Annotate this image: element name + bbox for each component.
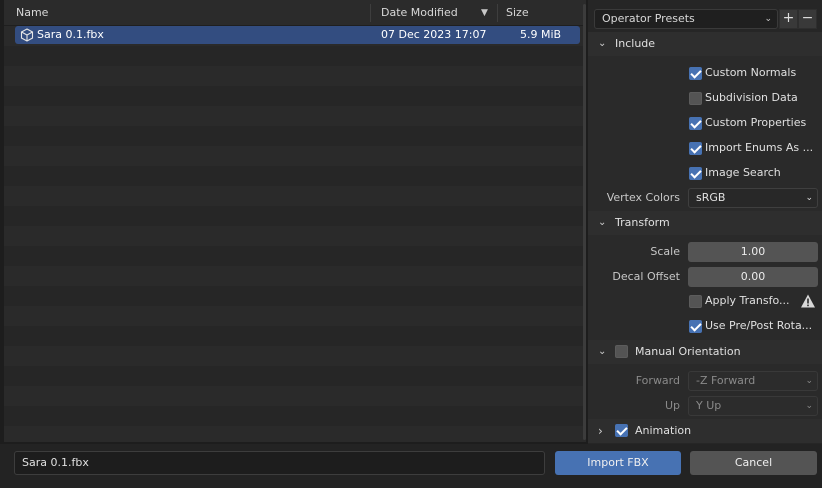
list-row-stripe	[4, 426, 586, 442]
include-panel-header[interactable]: ⌄ Include	[588, 32, 822, 56]
operator-settings-panel: Operator Presets ⌄ + − ⌄ Include Custom …	[588, 0, 822, 444]
vertex-colors-dropdown[interactable]: sRGB ⌄	[688, 188, 818, 208]
animation-panel-title: Animation	[635, 424, 692, 437]
decal-offset-field[interactable]: 0.00	[688, 267, 818, 287]
file-list	[4, 26, 586, 442]
apply-transform-checkbox[interactable]	[689, 295, 702, 308]
mesh-cube-icon	[20, 28, 34, 42]
vertex-colors-label: Vertex Colors	[606, 191, 680, 204]
use-pre-post-rotation-checkbox[interactable]	[689, 320, 702, 333]
vertex-colors-value: sRGB	[696, 191, 726, 204]
include-panel-body: Custom Normals Subdivision Data Custom P…	[588, 56, 822, 211]
list-row-stripe	[4, 126, 586, 146]
subdivision-data-label: Subdivision Data	[705, 91, 798, 104]
custom-properties-label: Custom Properties	[705, 116, 807, 129]
list-row-stripe	[4, 286, 586, 306]
manual-orientation-panel-header[interactable]: ⌄ Manual Orientation	[588, 340, 822, 364]
up-axis-dropdown[interactable]: Y Up ⌄	[688, 396, 818, 416]
add-preset-button[interactable]: +	[779, 9, 798, 29]
list-row-stripe	[4, 86, 586, 106]
custom-normals-checkbox[interactable]	[689, 67, 702, 80]
chevron-down-icon: ⌄	[805, 401, 813, 411]
chevron-down-icon: ⌄	[598, 346, 607, 357]
column-name-header[interactable]: Name	[16, 0, 48, 26]
manual-orientation-title: Manual Orientation	[635, 345, 741, 358]
import-enums-label: Import Enums As ...	[705, 141, 814, 154]
chevron-down-icon: ⌄	[805, 193, 813, 203]
filename-input[interactable]: Sara 0.1.fbx	[14, 451, 545, 475]
transform-panel-body: Scale 1.00 Decal Offset 0.00 Apply Trans…	[588, 235, 822, 340]
list-row-stripe	[4, 206, 586, 226]
list-row-stripe	[4, 346, 586, 366]
transform-panel-title: Transform	[615, 216, 670, 229]
use-pre-post-rotation-label: Use Pre/Post Rota...	[705, 319, 813, 332]
list-row-stripe	[4, 306, 586, 326]
chevron-right-icon: ›	[598, 424, 603, 438]
chevron-down-icon: ⌄	[598, 217, 607, 228]
list-row-stripe	[4, 186, 586, 206]
scale-field[interactable]: 1.00	[688, 242, 818, 262]
up-label: Up	[664, 399, 680, 412]
bottom-bar: Sara 0.1.fbx Import FBX Cancel	[0, 444, 822, 488]
import-enums-checkbox[interactable]	[689, 142, 702, 155]
column-separator[interactable]	[497, 4, 498, 22]
import-fbx-button[interactable]: Import FBX	[555, 451, 681, 475]
file-list-header: Name Date Modified ▼ Size	[4, 0, 586, 26]
chevron-down-icon: ⌄	[598, 38, 607, 49]
list-row-stripe	[4, 366, 586, 386]
file-name: Sara 0.1.fbx	[37, 28, 104, 41]
chevron-down-icon: ⌄	[764, 14, 772, 24]
column-separator[interactable]	[370, 4, 371, 22]
image-search-label: Image Search	[705, 166, 781, 179]
forward-axis-value: -Z Forward	[696, 374, 756, 387]
include-panel-title: Include	[615, 37, 656, 50]
decal-offset-label: Decal Offset	[612, 270, 680, 283]
list-row-stripe	[4, 406, 586, 426]
column-size-header[interactable]: Size	[506, 0, 529, 26]
file-list-scrollbar[interactable]	[583, 4, 586, 440]
chevron-down-icon: ⌄	[805, 376, 813, 386]
transform-panel-header[interactable]: ⌄ Transform	[588, 211, 822, 235]
manual-orientation-panel-body: Forward -Z Forward ⌄ Up Y Up ⌄	[588, 364, 822, 419]
list-row-stripe	[4, 226, 586, 246]
custom-properties-checkbox[interactable]	[689, 117, 702, 130]
file-size: 5.9 MiB	[520, 28, 562, 41]
forward-axis-dropdown[interactable]: -Z Forward ⌄	[688, 371, 818, 391]
list-row-stripe	[4, 46, 586, 66]
image-search-checkbox[interactable]	[689, 167, 702, 180]
column-date-header[interactable]: Date Modified	[381, 0, 458, 26]
subdivision-data-checkbox[interactable]	[689, 92, 702, 105]
apply-transform-label: Apply Transfo...	[705, 294, 790, 307]
file-row[interactable]: Sara 0.1.fbx 07 Dec 2023 17:07 5.9 MiB	[15, 26, 580, 44]
list-row-stripe	[4, 166, 586, 186]
file-browser: Name Date Modified ▼ Size Sara 0.1.fbx 0…	[4, 0, 586, 442]
scale-label: Scale	[650, 245, 680, 258]
list-row-stripe	[4, 146, 586, 166]
operator-presets-label: Operator Presets	[602, 12, 695, 25]
warning-icon	[801, 294, 815, 308]
list-row-stripe	[4, 106, 586, 126]
list-row-stripe	[4, 66, 586, 86]
list-row-stripe	[4, 326, 586, 346]
list-row-stripe	[4, 266, 586, 286]
sort-descending-icon[interactable]: ▼	[481, 0, 488, 26]
cancel-button[interactable]: Cancel	[690, 451, 817, 475]
list-row-stripe	[4, 386, 586, 406]
file-date: 07 Dec 2023 17:07	[381, 28, 487, 41]
up-axis-value: Y Up	[696, 399, 722, 412]
operator-presets-dropdown[interactable]: Operator Presets ⌄	[594, 9, 778, 29]
forward-label: Forward	[635, 374, 680, 387]
manual-orientation-checkbox[interactable]	[615, 345, 628, 358]
custom-normals-label: Custom Normals	[705, 66, 797, 79]
animation-panel-header[interactable]: › Animation	[588, 419, 822, 443]
remove-preset-button[interactable]: −	[798, 9, 817, 29]
animation-checkbox[interactable]	[615, 424, 628, 437]
list-row-stripe	[4, 246, 586, 266]
